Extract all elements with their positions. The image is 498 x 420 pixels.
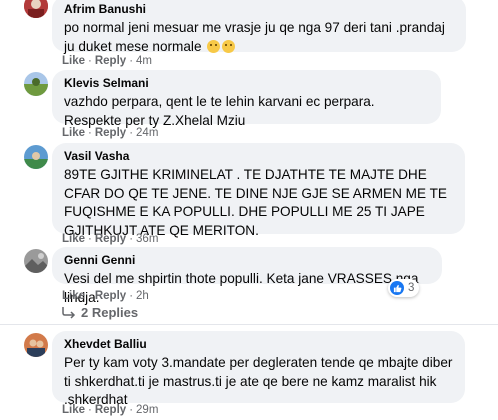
comment-timestamp[interactable]: 36m (136, 233, 158, 245)
avatar[interactable] (24, 249, 48, 273)
separator: · (129, 404, 134, 416)
thumbs-up-icon (390, 281, 404, 295)
like-button[interactable]: Like (62, 404, 85, 416)
avatar[interactable] (24, 333, 48, 357)
separator: · (88, 404, 92, 416)
separator: · (88, 290, 92, 302)
reply-button[interactable]: Reply (95, 290, 126, 302)
avatar[interactable] (24, 145, 48, 169)
comment-text: 89TE GJITHE KRIMINELAT . TE DJATHTE TE M… (64, 167, 447, 238)
like-button[interactable]: Like (62, 233, 85, 245)
like-button[interactable]: Like (62, 55, 85, 67)
avatar[interactable] (24, 72, 48, 96)
reaction-count: 3 (408, 282, 415, 294)
comment-actions: Like · Reply · 29m (62, 403, 158, 417)
comment-actions: Like · Reply · 24m (62, 126, 158, 140)
separator: · (88, 127, 92, 139)
like-button[interactable]: Like (62, 127, 85, 139)
separator: · (88, 55, 92, 67)
separator: · (88, 233, 92, 245)
comment-text: Per ty kam voty 3.mandate per degleraten… (64, 355, 453, 407)
separator: · (129, 290, 134, 302)
comment-bubble: Afrim Banushi po normal jeni mesuar me v… (52, 0, 466, 54)
comment-text: po normal jeni mesuar me vrasje ju qe ng… (64, 20, 445, 54)
comment-author[interactable]: Afrim Banushi (64, 2, 454, 17)
comment-actions: Like · Reply · 2h (62, 289, 149, 303)
thinking-emoji-icon (222, 39, 236, 53)
reaction-summary[interactable]: 3 (388, 279, 420, 297)
reply-button[interactable]: Reply (95, 127, 126, 139)
avatar[interactable] (24, 0, 48, 18)
comment-timestamp[interactable]: 4m (136, 55, 152, 67)
comment-text: vazhdo perpara, qent le te lehin karvani… (64, 94, 375, 128)
thinking-emoji-icon (207, 39, 221, 53)
view-replies-label: 2 Replies (81, 305, 139, 320)
comment-actions: Like · Reply · 4m (62, 54, 152, 68)
separator: · (129, 127, 134, 139)
avatar-image-icon (24, 333, 48, 357)
comment-bubble: Xhevdet Balliu Per ty kam voty 3.mandate… (52, 331, 465, 407)
comment-actions: Like · Reply · 36m (62, 232, 158, 246)
like-button[interactable]: Like (62, 290, 85, 302)
comment-timestamp[interactable]: 29m (136, 404, 158, 416)
reply-button[interactable]: Reply (95, 55, 126, 67)
avatar-image-icon (24, 72, 48, 96)
avatar-image-icon (24, 249, 48, 273)
divider (0, 324, 498, 325)
comment-bubble: Klevis Selmani vazhdo perpara, qent le t… (52, 70, 441, 128)
view-replies-button[interactable]: 2 Replies (62, 305, 138, 320)
reply-arrow-icon (62, 306, 76, 319)
comment-author[interactable]: Xhevdet Balliu (64, 337, 453, 352)
avatar-image-icon (24, 0, 48, 18)
separator: · (129, 233, 134, 245)
comment-author[interactable]: Klevis Selmani (64, 76, 429, 91)
reply-button[interactable]: Reply (95, 233, 126, 245)
separator: · (129, 55, 134, 67)
comment-bubble: Vasil Vasha 89TE GJITHE KRIMINELAT . TE … (52, 143, 465, 238)
avatar-image-icon (24, 145, 48, 169)
reply-button[interactable]: Reply (95, 404, 126, 416)
comment-author[interactable]: Genni Genni (64, 253, 430, 268)
comment-author[interactable]: Vasil Vasha (64, 149, 453, 164)
comment-timestamp[interactable]: 24m (136, 127, 158, 139)
comment-timestamp[interactable]: 2h (136, 290, 149, 302)
comment-bubble: Genni Genni Vesi del me shpirtin thote p… (52, 247, 442, 305)
